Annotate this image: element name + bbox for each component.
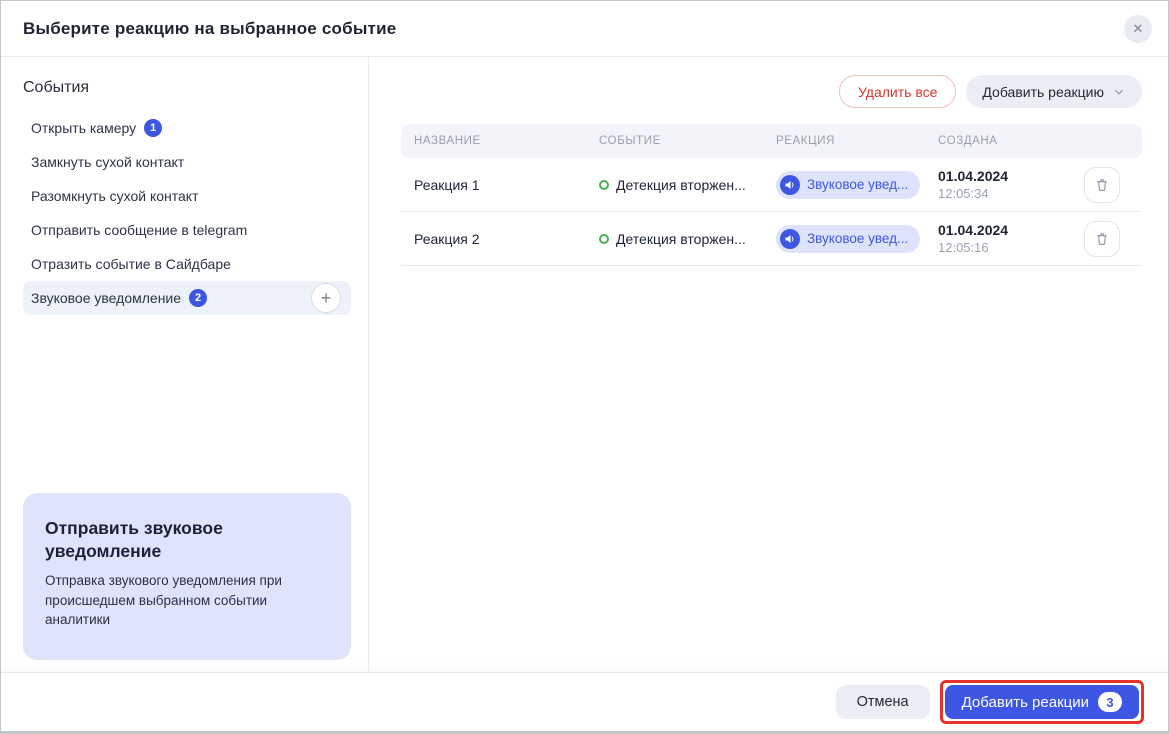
event-item-label: Отразить событие в Сайдбаре xyxy=(31,256,231,272)
highlight-annotation-box: Добавить реакции 3 xyxy=(940,680,1144,724)
reactions-table: НАЗВАНИЕ СОБЫТИЕ РЕАКЦИЯ СОЗДАНА Реакция… xyxy=(401,124,1142,266)
event-item-telegram-message[interactable]: Отправить сообщение в telegram xyxy=(23,213,351,247)
reaction-tag-label: Звуковое увед... xyxy=(807,231,908,246)
created-date: 01.04.2024 xyxy=(938,168,1084,184)
add-reaction-dropdown-label: Добавить реакцию xyxy=(982,84,1104,100)
trash-icon xyxy=(1094,231,1110,247)
delete-row-button[interactable] xyxy=(1084,167,1120,203)
reaction-name: Реакция 1 xyxy=(414,177,599,193)
event-item-sound-notification[interactable]: Звуковое уведомление 2 + xyxy=(23,281,351,315)
dialog-title: Выберите реакцию на выбранное событие xyxy=(23,19,396,39)
event-name: Детекция вторжен... xyxy=(616,177,746,193)
event-list: Открыть камеру 1 Замкнуть сухой контакт … xyxy=(23,111,351,315)
created-at: 01.04.2024 12:05:16 xyxy=(938,222,1084,255)
count-badge: 1 xyxy=(144,119,162,137)
column-header-reaction: РЕАКЦИЯ xyxy=(776,135,938,147)
speaker-icon xyxy=(780,175,800,195)
chevron-down-icon xyxy=(1112,85,1126,99)
event-item-sidebar-event[interactable]: Отразить событие в Сайдбаре xyxy=(23,247,351,281)
add-reaction-dropdown-button[interactable]: Добавить реакцию xyxy=(966,75,1142,108)
table-row: Реакция 1 Детекция вторжен... Звуковое у… xyxy=(401,158,1142,212)
event-status-icon xyxy=(599,234,609,244)
reaction-tag-label: Звуковое увед... xyxy=(807,177,908,192)
cancel-button[interactable]: Отмена xyxy=(836,685,930,719)
delete-all-button[interactable]: Удалить все xyxy=(839,75,956,108)
dialog-body: События Открыть камеру 1 Замкнуть сухой … xyxy=(1,57,1168,672)
delete-row-button[interactable] xyxy=(1084,221,1120,257)
column-header-name: НАЗВАНИЕ xyxy=(414,135,599,147)
reaction-tag: Звуковое увед... xyxy=(776,225,920,253)
events-heading: События xyxy=(23,79,351,97)
trash-icon xyxy=(1094,177,1110,193)
close-icon: ✕ xyxy=(1133,21,1144,37)
created-date: 01.04.2024 xyxy=(938,222,1084,238)
close-button[interactable]: ✕ xyxy=(1124,15,1152,43)
column-header-created: СОЗДАНА xyxy=(938,135,1084,147)
event-item-label: Звуковое уведомление xyxy=(31,290,181,306)
event-item-label: Замкнуть сухой контакт xyxy=(31,154,184,170)
event-status-icon xyxy=(599,180,609,190)
info-box-description: Отправка звукового уведомления при проис… xyxy=(45,571,329,630)
dialog-footer: Отмена Добавить реакции 3 xyxy=(1,672,1168,731)
created-at: 01.04.2024 12:05:34 xyxy=(938,168,1084,201)
event-item-label: Отправить сообщение в telegram xyxy=(31,222,247,238)
column-header-event: СОБЫТИЕ xyxy=(599,135,776,147)
event-item-open-camera[interactable]: Открыть камеру 1 xyxy=(23,111,351,145)
count-badge: 2 xyxy=(189,289,207,307)
submit-button-label: Добавить реакции xyxy=(962,694,1089,711)
events-panel: События Открыть камеру 1 Замкнуть сухой … xyxy=(1,57,369,672)
plus-icon: + xyxy=(321,289,332,307)
event-name: Детекция вторжен... xyxy=(616,231,746,247)
reactions-panel: Удалить все Добавить реакцию НАЗВАНИЕ СО… xyxy=(369,57,1168,672)
event-item-label: Разомкнуть сухой контакт xyxy=(31,188,199,204)
created-time: 12:05:34 xyxy=(938,186,1084,201)
created-time: 12:05:16 xyxy=(938,240,1084,255)
event-item-close-dry-contact[interactable]: Замкнуть сухой контакт xyxy=(23,145,351,179)
reactions-toolbar: Удалить все Добавить реакцию xyxy=(401,75,1142,108)
event-info-box: Отправить звуковое уведомление Отправка … xyxy=(23,493,351,660)
reaction-tag: Звуковое увед... xyxy=(776,171,920,199)
reaction-dialog: Выберите реакцию на выбранное событие ✕ … xyxy=(0,0,1169,734)
add-reaction-plus-button[interactable]: + xyxy=(311,283,341,313)
speaker-icon xyxy=(780,229,800,249)
event-item-label: Открыть камеру xyxy=(31,120,136,136)
dialog-header: Выберите реакцию на выбранное событие ✕ xyxy=(1,1,1168,57)
reaction-name: Реакция 2 xyxy=(414,231,599,247)
table-header-row: НАЗВАНИЕ СОБЫТИЕ РЕАКЦИЯ СОЗДАНА xyxy=(401,124,1142,158)
submit-count-badge: 3 xyxy=(1098,692,1122,712)
event-item-open-dry-contact[interactable]: Разомкнуть сухой контакт xyxy=(23,179,351,213)
table-row: Реакция 2 Детекция вторжен... Звуковое у… xyxy=(401,212,1142,266)
add-reactions-submit-button[interactable]: Добавить реакции 3 xyxy=(945,685,1139,719)
info-box-title: Отправить звуковое уведомление xyxy=(45,517,329,563)
